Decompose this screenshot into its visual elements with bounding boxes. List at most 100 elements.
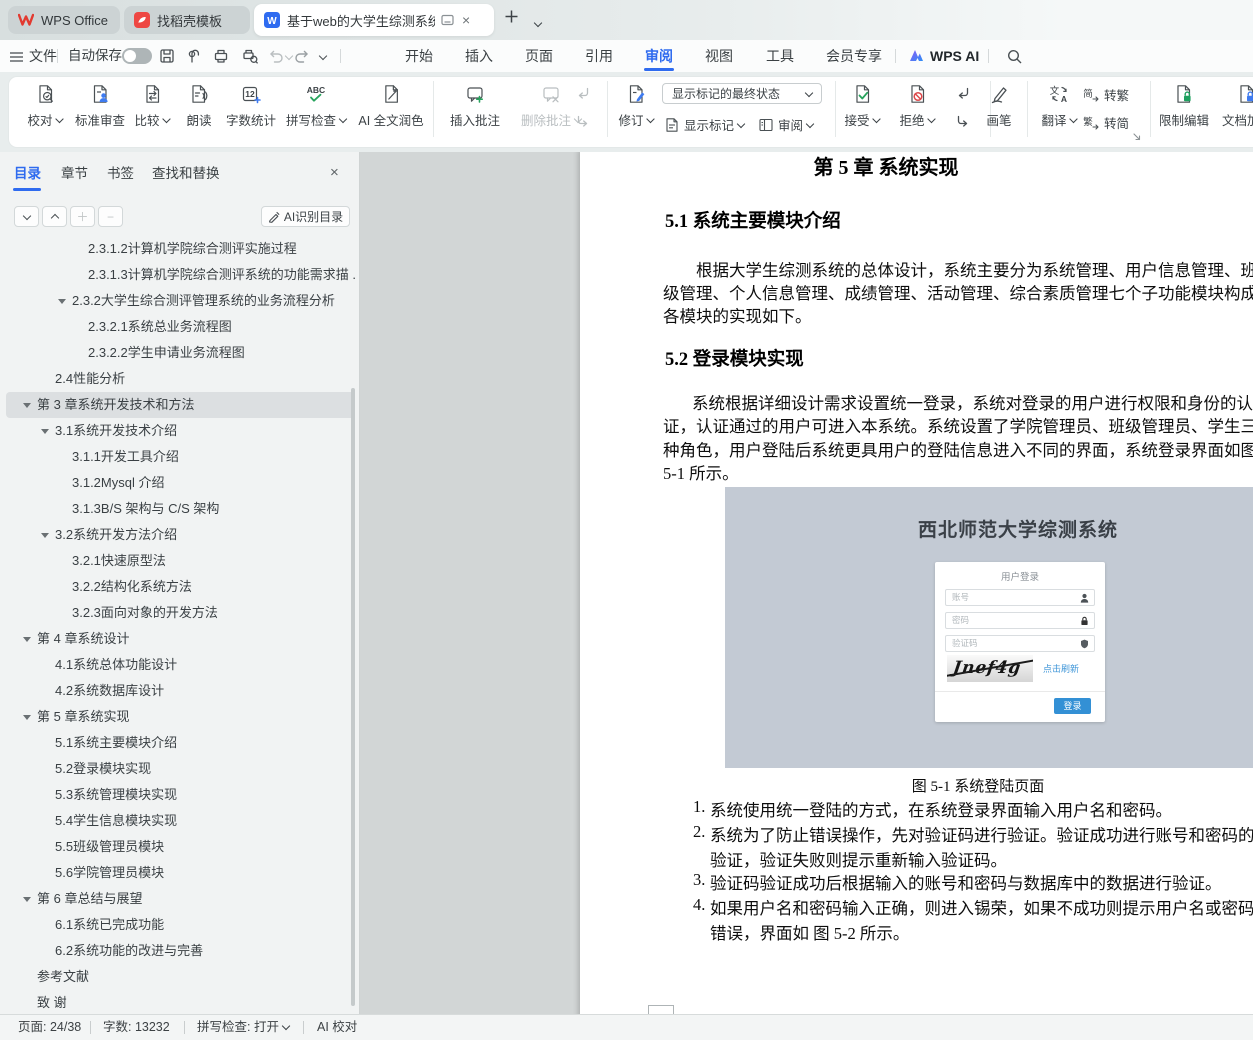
track-changes-button[interactable]: 修订 (618, 81, 655, 129)
tab-list-button[interactable] (531, 15, 543, 33)
document-canvas[interactable]: 第 5 章 系统实现 5.1 系统主要模块介绍 根据大学生综测系统的总体设计，系… (360, 152, 1253, 1014)
sidebar-scrollbar[interactable] (351, 388, 355, 1006)
quick-access-more[interactable] (316, 40, 328, 72)
toc-item[interactable]: 第 5 章系统实现 (6, 704, 355, 730)
doc-encrypt-button[interactable]: 文档加密 (1222, 81, 1253, 129)
previous-revision-button[interactable] (954, 84, 976, 102)
chevron-expand-icon[interactable] (23, 403, 31, 408)
new-tab-button[interactable] (503, 8, 520, 25)
print-button[interactable] (212, 47, 230, 65)
menu-reference[interactable]: 引用 (585, 40, 613, 72)
reject-revision-button[interactable]: 拒绝 (899, 81, 936, 129)
save-button[interactable] (158, 47, 176, 65)
proofread-button[interactable]: 校对 (27, 81, 64, 129)
spell-check-button[interactable]: ABC 拼写检查 (286, 81, 348, 129)
to-simplified-button[interactable]: 繁 转简 (1082, 113, 1129, 132)
print-preview-button[interactable] (241, 47, 259, 65)
redo-button[interactable] (294, 47, 312, 65)
chevron-expand-icon[interactable] (23, 897, 31, 902)
markup-state-dropdown[interactable]: 显示标记的最终状态 (662, 83, 822, 104)
toc-item[interactable]: 5.6学院管理员模块 (6, 860, 355, 886)
menu-home[interactable]: 开始 (405, 40, 433, 72)
pen-button[interactable]: 画笔 (986, 81, 1012, 129)
sidebar-tab-contents[interactable]: 目录 (14, 162, 41, 186)
translate-button[interactable]: 文A 翻译 (1041, 81, 1078, 129)
toc-item[interactable]: 2.3.2.2学生申请业务流程图 (6, 340, 355, 366)
demote-button[interactable]: − (98, 206, 123, 227)
tab-preview-icon[interactable] (441, 14, 454, 26)
previous-comment-button[interactable] (574, 84, 596, 102)
toc-item[interactable]: 5.1系统主要模块介绍 (6, 730, 355, 756)
document-page[interactable]: 第 5 章 系统实现 5.1 系统主要模块介绍 根据大学生综测系统的总体设计，系… (580, 152, 1253, 1014)
menu-insert[interactable]: 插入 (465, 40, 493, 72)
toc-item[interactable]: 致 谢 (6, 990, 355, 1014)
word-count-button[interactable]: 12 字数统计 (226, 81, 276, 129)
ai-recognize-toc-button[interactable]: AI识别目录 (261, 206, 350, 227)
toc-item[interactable]: 2.3.2.1系统总业务流程图 (6, 314, 355, 340)
toc-item[interactable]: 3.2.3面向对象的开发方法 (6, 600, 355, 626)
toc-item[interactable]: 3.1.3B/S 架构与 C/S 架构 (6, 496, 355, 522)
toc-item[interactable]: 3.1.1开发工具介绍 (6, 444, 355, 470)
toc-item[interactable]: 2.4性能分析 (6, 366, 355, 392)
chevron-expand-icon[interactable] (41, 533, 49, 538)
toc-item[interactable]: 3.1.2Mysql 介绍 (6, 470, 355, 496)
toc-item[interactable]: 5.4学生信息模块实现 (6, 808, 355, 834)
sidebar-tab-chapters[interactable]: 章节 (61, 162, 88, 186)
restrict-editing-button[interactable]: 限制编辑 (1159, 81, 1209, 129)
compare-button[interactable]: 比较 (134, 81, 171, 129)
spellcheck-indicator[interactable]: 拼写检查: 打开 (197, 1015, 291, 1040)
chevron-expand-icon[interactable] (58, 299, 66, 304)
toc-item[interactable]: 2.3.1.3计算机学院综合测评系统的功能需求描 ... (6, 262, 355, 288)
read-aloud-button[interactable]: 朗读 (186, 81, 212, 129)
chevron-expand-icon[interactable] (23, 715, 31, 720)
chevron-expand-icon[interactable] (41, 429, 49, 434)
tab-document[interactable]: W 基于web的大学生综测系统设 × (254, 4, 494, 36)
dialog-launcher-icon[interactable] (1132, 132, 1146, 142)
toc-item[interactable]: 5.2登录模块实现 (6, 756, 355, 782)
to-traditional-button[interactable]: 简 转繁 (1082, 85, 1129, 104)
sidebar-tab-bookmarks[interactable]: 书签 (107, 162, 134, 186)
toc-item[interactable]: 4.2系统数据库设计 (6, 678, 355, 704)
review-pane-button[interactable]: 审阅 (758, 115, 815, 134)
next-comment-button[interactable] (574, 112, 596, 130)
chevron-expand-icon[interactable] (23, 637, 31, 642)
undo-options[interactable] (282, 40, 294, 72)
accept-revision-button[interactable]: 接受 (844, 81, 881, 129)
menu-view[interactable]: 视图 (705, 40, 733, 72)
expand-all-button[interactable] (14, 206, 39, 227)
menu-page[interactable]: 页面 (525, 40, 553, 72)
wps-ai-menu[interactable]: WPS AI (930, 40, 979, 72)
delete-comment-button[interactable]: 删除批注 (521, 81, 583, 129)
tab-docer-templates[interactable]: 找稻壳模板 (124, 6, 250, 34)
word-count-indicator[interactable]: 字数: 13232 (103, 1015, 170, 1040)
ai-proofread-indicator[interactable]: AI 校对 (317, 1015, 357, 1040)
sidebar-close-icon[interactable]: × (330, 164, 339, 181)
toc-item[interactable]: 5.3系统管理模块实现 (6, 782, 355, 808)
sidebar-tab-find-replace[interactable]: 查找和替换 (152, 162, 220, 186)
promote-button[interactable]: ＋ (70, 206, 95, 227)
autosave-toggle[interactable] (122, 48, 152, 64)
toc-item[interactable]: 3.1系统开发技术介绍 (6, 418, 355, 444)
toc-item[interactable]: 参考文献 (6, 964, 355, 990)
show-markup-button[interactable]: 显示标记 (664, 115, 746, 134)
standard-review-button[interactable]: 标准审查 (75, 81, 125, 129)
toc-item[interactable]: 5.5班级管理员模块 (6, 834, 355, 860)
toc-item[interactable]: 3.2.2结构化系统方法 (6, 574, 355, 600)
tab-close-icon[interactable]: × (462, 12, 470, 28)
export-pdf-button[interactable] (185, 47, 203, 65)
tab-wps-home[interactable]: WPS Office (8, 6, 120, 34)
search-icon[interactable] (1006, 48, 1024, 66)
toc-item[interactable]: 第 4 章系统设计 (6, 626, 355, 652)
toc-item[interactable]: 第 3 章系统开发技术和方法 (6, 392, 355, 418)
menu-member[interactable]: 会员专享 (826, 40, 882, 72)
ai-polish-button[interactable]: AI 全文润色 (358, 81, 424, 129)
toc-item[interactable]: 2.3.1.2计算机学院综合测评实施过程 (6, 236, 355, 262)
page-indicator[interactable]: 页面: 24/38 (18, 1015, 81, 1040)
toc-item[interactable]: 6.1系统已完成功能 (6, 912, 355, 938)
toc-item[interactable]: 3.2.1快速原型法 (6, 548, 355, 574)
file-menu[interactable]: 文件 (10, 40, 57, 72)
collapse-all-button[interactable] (42, 206, 67, 227)
toc-item[interactable]: 4.1系统总体功能设计 (6, 652, 355, 678)
toc-item[interactable]: 3.2系统开发方法介绍 (6, 522, 355, 548)
toc-item[interactable]: 2.3.2大学生综合测评管理系统的业务流程分析 (6, 288, 355, 314)
